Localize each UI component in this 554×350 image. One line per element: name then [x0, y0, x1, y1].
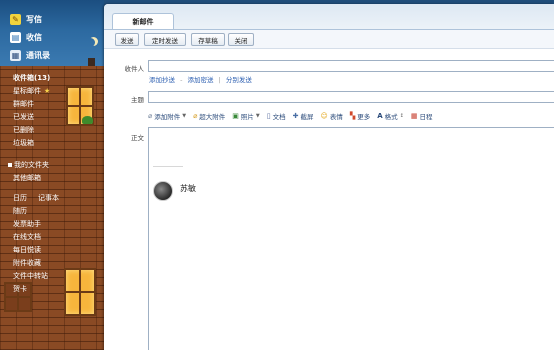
body-label: 正文	[131, 134, 144, 142]
screenshot-label: 截屏	[300, 113, 314, 121]
to-field[interactable]	[148, 60, 554, 72]
nav-contacts[interactable]: ▦ 通讯录	[10, 48, 50, 62]
add-attachment-button[interactable]: ⌀ 添加附件 ▼	[148, 111, 186, 121]
subject-label: 主题	[131, 96, 144, 104]
send-separately-link[interactable]: 分别发送	[226, 76, 252, 84]
expand-icon	[8, 163, 12, 167]
paperclip-large-icon: ⌀	[193, 112, 198, 120]
chevron-down-icon[interactable]: ▼	[256, 113, 260, 119]
more-button[interactable]: ▚ 更多	[350, 111, 370, 121]
folder-inbox[interactable]: 收件箱(13)	[13, 73, 50, 83]
tool-online-docs[interactable]: 在线文档	[13, 232, 41, 242]
plant-decoration	[82, 116, 93, 124]
big-attachment-button[interactable]: ⌀ 超大附件	[193, 111, 225, 121]
my-folders-label: 我的文件夹	[14, 161, 49, 169]
more-label: 更多	[357, 113, 371, 121]
separator: |	[218, 76, 221, 84]
tool-file-transfer[interactable]: 文件中转站	[13, 271, 48, 281]
inbox-icon: ▤	[10, 31, 21, 43]
save-draft-button[interactable]: 存草稿	[191, 33, 225, 46]
image-icon: ▣	[232, 112, 239, 120]
format-button[interactable]: A 格式 ↕	[377, 111, 404, 121]
nav-compose-label: 写信	[26, 14, 42, 24]
subject-field[interactable]	[148, 91, 554, 103]
sidebar: ✎ 写信 ▤ 收信 ▦ 通讯录 收件箱(13) 星标邮件 ★ 群邮件 已发送 已删…	[0, 0, 104, 350]
my-folders[interactable]: 我的文件夹	[8, 160, 49, 170]
chevron-down-icon: ↕	[399, 113, 404, 119]
folder-starred[interactable]: 星标邮件 ★	[13, 86, 50, 96]
calendar-icon: ▦	[410, 112, 418, 120]
tab-bar: 新邮件	[104, 4, 554, 30]
paperclip-icon: ⌀	[148, 112, 153, 120]
grid-icon: ▚	[349, 112, 356, 120]
photo-label: 照片	[240, 113, 254, 121]
folder-sent[interactable]: 已发送	[13, 112, 34, 122]
tool-daily-read[interactable]: 每日悦读	[13, 245, 41, 255]
add-bcc-link[interactable]: 添加密送	[188, 76, 214, 84]
signature-divider	[153, 166, 183, 167]
photo-button[interactable]: ▣ 照片 ▼	[232, 111, 259, 121]
big-attachment-label: 超大附件	[199, 113, 226, 121]
screenshot-icon: ✚	[292, 112, 299, 120]
tool-attachments[interactable]: 附件收藏	[13, 258, 41, 268]
star-icon: ★	[44, 87, 51, 95]
calendar-label: 日程	[419, 113, 433, 121]
moon-icon	[86, 38, 95, 47]
avatar	[153, 181, 173, 201]
document-label: 文档	[272, 113, 286, 121]
document-button[interactable]: ▯ 文档	[267, 111, 286, 121]
nav-compose[interactable]: ✎ 写信	[10, 12, 42, 26]
compose-toolbar: 发送 定时发送 存草稿 关闭	[104, 29, 554, 49]
scheduled-send-button[interactable]: 定时发送	[144, 33, 186, 46]
send-button[interactable]: 发送	[115, 33, 139, 46]
screenshot-button[interactable]: ✚ 截屏	[293, 111, 314, 121]
text-format-icon: A	[377, 112, 383, 120]
format-toolbar: ⌀ 添加附件 ▼ ⌀ 超大附件 ▣ 照片 ▼ ▯ 文档 ✚ 截屏 ☺ 表情 ▚ …	[148, 110, 554, 122]
tool-diary[interactable]: 随历	[13, 206, 27, 216]
tool-notes[interactable]: 记事本	[38, 193, 59, 203]
document-icon: ▯	[266, 112, 271, 120]
add-attachment-label: 添加附件	[154, 113, 181, 121]
smiley-icon: ☺	[320, 112, 328, 120]
calendar-button[interactable]: ▦ 日程	[411, 111, 433, 121]
tool-card[interactable]: 贺卡	[13, 284, 27, 294]
signature-name: 苏敏	[180, 184, 196, 193]
nav-inbox-label: 收信	[26, 32, 42, 42]
nav-contacts-label: 通讯录	[26, 50, 50, 60]
close-button[interactable]: 关闭	[228, 33, 254, 46]
emoji-label: 表情	[329, 113, 343, 121]
folder-starred-label: 星标邮件	[13, 87, 41, 95]
tab-new-mail[interactable]: 新邮件	[112, 13, 174, 30]
compose-panel: 新邮件 发送 定时发送 存草稿 关闭 收件人 添加抄送 - 添加密送 | 分别发…	[104, 4, 554, 350]
folder-spam[interactable]: 垃圾箱	[13, 138, 34, 148]
to-label: 收件人	[124, 65, 145, 73]
tool-calendar[interactable]: 日历	[13, 193, 27, 203]
chevron-down-icon[interactable]: ▼	[182, 113, 186, 119]
folder-group[interactable]: 群邮件	[13, 99, 34, 109]
window-decoration	[64, 268, 96, 316]
emoji-button[interactable]: ☺ 表情	[321, 111, 343, 121]
other-mail[interactable]: 其他邮箱	[13, 173, 41, 183]
pencil-icon: ✎	[10, 13, 21, 25]
separator: -	[180, 76, 183, 84]
format-label: 格式	[384, 113, 398, 121]
tool-send-helper[interactable]: 发票助手	[13, 219, 41, 229]
nav-inbox[interactable]: ▤ 收信	[10, 30, 42, 44]
recipient-options: 添加抄送 - 添加密送 | 分别发送	[149, 74, 252, 84]
contacts-icon: ▦	[10, 49, 21, 61]
add-cc-link[interactable]: 添加抄送	[149, 76, 175, 84]
folder-deleted[interactable]: 已删除	[13, 125, 34, 135]
body-editor[interactable]: 苏敏	[148, 127, 554, 350]
